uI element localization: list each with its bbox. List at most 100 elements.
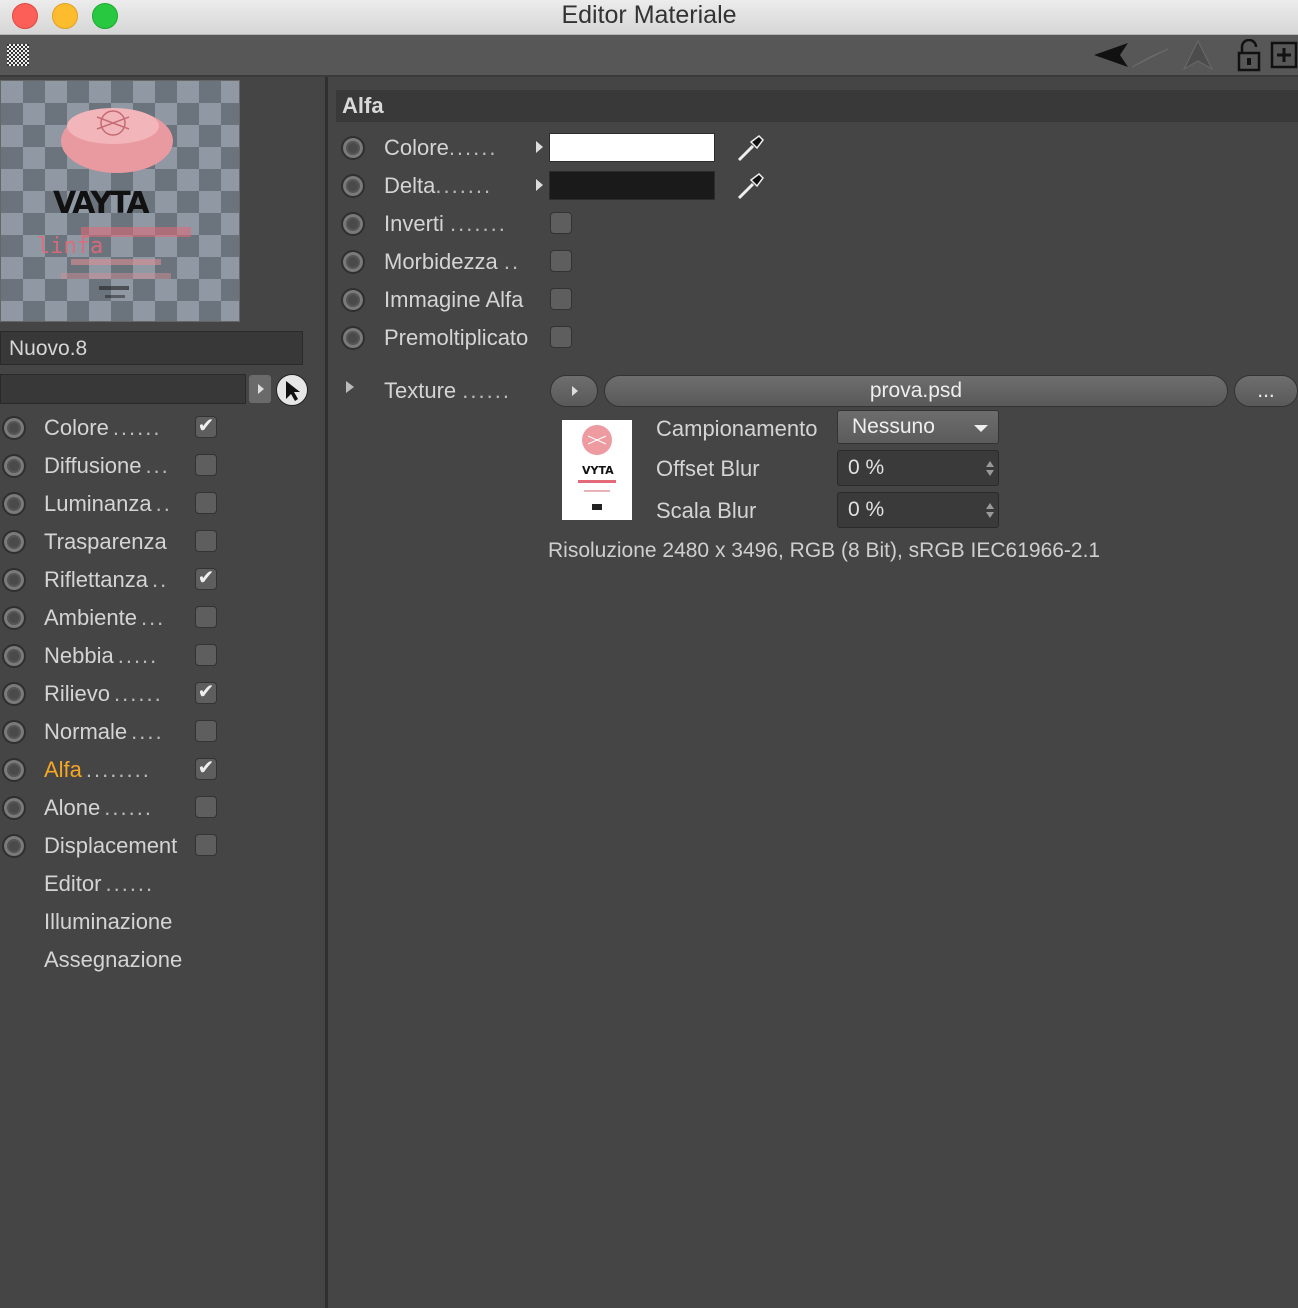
channel-checkbox[interactable]: ✔ — [195, 682, 217, 704]
channel-label[interactable]: Riflettanza — [44, 567, 148, 593]
channel-label[interactable]: Diffusione — [44, 453, 141, 479]
grid-menu-icon[interactable] — [7, 44, 29, 66]
channel-radio[interactable] — [2, 796, 26, 820]
channel-label[interactable]: Illuminazione — [44, 909, 172, 935]
svg-text:VYTA: VYTA — [582, 464, 614, 477]
animate-radio[interactable] — [341, 212, 365, 236]
animate-radio[interactable] — [341, 288, 365, 312]
channel-checkbox[interactable]: ✔ — [195, 758, 217, 780]
campionamento-dropdown[interactable]: Nessuno — [837, 410, 999, 444]
texture-menu-button[interactable] — [550, 375, 598, 407]
channel-label[interactable]: Colore — [44, 415, 109, 441]
expand-arrow-icon[interactable] — [536, 141, 543, 153]
inverti-checkbox[interactable] — [550, 212, 572, 234]
channel-label[interactable]: Alfa — [44, 757, 82, 783]
premoltiplicato-checkbox[interactable] — [550, 326, 572, 348]
channel-checkbox[interactable] — [195, 492, 217, 514]
channel-item-illuminazione[interactable]: Illuminazione — [0, 904, 320, 940]
animate-radio[interactable] — [341, 250, 365, 274]
stepper-down-icon[interactable] — [986, 470, 994, 476]
channel-leader-dots: ...... — [114, 681, 163, 706]
channel-item-assegnazione[interactable]: Assegnazione — [0, 942, 320, 978]
channel-radio[interactable] — [2, 416, 26, 440]
channel-label[interactable]: Nebbia — [44, 643, 114, 669]
channel-search-field[interactable] — [0, 374, 246, 404]
texture-resolution-info: Risoluzione 2480 x 3496, RGB (8 Bit), sR… — [548, 539, 1101, 562]
alpha-settings-panel: Alfa Colore...... Delta....... Inverti .… — [328, 77, 1298, 1308]
eyedropper-icon[interactable] — [733, 170, 767, 202]
chevron-down-icon — [974, 425, 988, 432]
search-arrow-button[interactable] — [249, 375, 271, 403]
channel-checkbox[interactable]: ✔ — [195, 568, 217, 590]
channel-item-riflettanza[interactable]: Riflettanza.. ✔ — [0, 562, 320, 598]
channel-label[interactable]: Ambiente — [44, 605, 137, 631]
channel-item-colore[interactable]: Colore...... ✔ — [0, 410, 320, 446]
channel-item-rilievo[interactable]: Rilievo...... ✔ — [0, 676, 320, 712]
morbidezza-checkbox[interactable] — [550, 250, 572, 272]
stepper-up-icon[interactable] — [986, 503, 994, 509]
channel-item-ambiente[interactable]: Ambiente... — [0, 600, 320, 636]
channel-label[interactable]: Assegnazione — [44, 947, 182, 973]
stepper-down-icon[interactable] — [986, 512, 994, 518]
channel-radio[interactable] — [2, 530, 26, 554]
channel-item-diffusione[interactable]: Diffusione... — [0, 448, 320, 484]
channel-item-trasparenza[interactable]: Trasparenza — [0, 524, 320, 560]
channel-label[interactable]: Luminanza — [44, 491, 152, 517]
unlock-icon[interactable] — [1236, 39, 1264, 73]
channel-item-editor[interactable]: Editor...... — [0, 866, 320, 902]
channel-radio[interactable] — [2, 568, 26, 592]
channel-checkbox[interactable]: ✔ — [195, 416, 217, 438]
channel-label[interactable]: Normale — [44, 719, 127, 745]
channel-checkbox[interactable] — [195, 530, 217, 552]
channel-label[interactable]: Trasparenza — [44, 529, 167, 555]
channel-radio[interactable] — [2, 606, 26, 630]
channel-checkbox[interactable] — [195, 606, 217, 628]
color-swatch[interactable] — [549, 171, 715, 200]
offset-blur-field[interactable]: 0 % — [837, 450, 999, 486]
texture-file-button[interactable]: prova.psd — [604, 375, 1228, 407]
up-arrow-icon[interactable] — [1180, 39, 1216, 71]
channel-radio[interactable] — [2, 720, 26, 744]
animate-radio[interactable] — [341, 136, 365, 160]
texture-browse-button[interactable]: ... — [1234, 375, 1298, 407]
eyedropper-icon[interactable] — [733, 132, 767, 164]
channel-label[interactable]: Editor — [44, 871, 101, 897]
channel-checkbox[interactable] — [195, 644, 217, 666]
channel-leader-dots: ...... — [112, 415, 162, 440]
channel-radio[interactable] — [2, 834, 26, 858]
color-swatch[interactable] — [549, 133, 715, 162]
new-panel-icon[interactable] — [1270, 39, 1298, 71]
channel-checkbox[interactable] — [195, 454, 217, 476]
channel-label[interactable]: Rilievo — [44, 681, 110, 707]
channel-checkbox[interactable] — [195, 796, 217, 818]
immagine-alfa-checkbox[interactable] — [550, 288, 572, 310]
channel-radio[interactable] — [2, 644, 26, 668]
channel-label[interactable]: Alone — [44, 795, 100, 821]
channel-item-alone[interactable]: Alone...... — [0, 790, 320, 826]
material-preview[interactable]: VAYTA linfa — [0, 80, 240, 322]
channel-checkbox[interactable] — [195, 834, 217, 856]
channel-item-alfa[interactable]: Alfa........ ✔ — [0, 752, 320, 788]
pick-cursor-button[interactable] — [276, 374, 308, 406]
channel-radio[interactable] — [2, 492, 26, 516]
channel-checkbox[interactable] — [195, 720, 217, 742]
expand-arrow-icon[interactable] — [536, 179, 543, 191]
channel-item-nebbia[interactable]: Nebbia..... — [0, 638, 320, 674]
channel-item-luminanza[interactable]: Luminanza.. — [0, 486, 320, 522]
scala-blur-field[interactable]: 0 % — [837, 492, 999, 528]
texture-thumbnail[interactable]: VYTA — [562, 420, 632, 520]
channel-radio[interactable] — [2, 758, 26, 782]
channel-item-displacement[interactable]: Displacement — [0, 828, 320, 864]
channel-label[interactable]: Displacement — [44, 833, 177, 859]
animate-radio[interactable] — [341, 326, 365, 350]
channel-item-normale[interactable]: Normale.... — [0, 714, 320, 750]
channel-radio[interactable] — [2, 454, 26, 478]
stepper-up-icon[interactable] — [986, 461, 994, 467]
channel-radio[interactable] — [2, 682, 26, 706]
material-name-field[interactable]: Nuovo.8 — [0, 331, 303, 365]
title-bar: Editor Materiale — [0, 0, 1298, 35]
animate-radio[interactable] — [341, 174, 365, 198]
forward-arrow-icon[interactable] — [1130, 39, 1170, 71]
back-arrow-icon[interactable] — [1092, 39, 1132, 71]
texture-expand-arrow-icon[interactable] — [346, 381, 354, 393]
